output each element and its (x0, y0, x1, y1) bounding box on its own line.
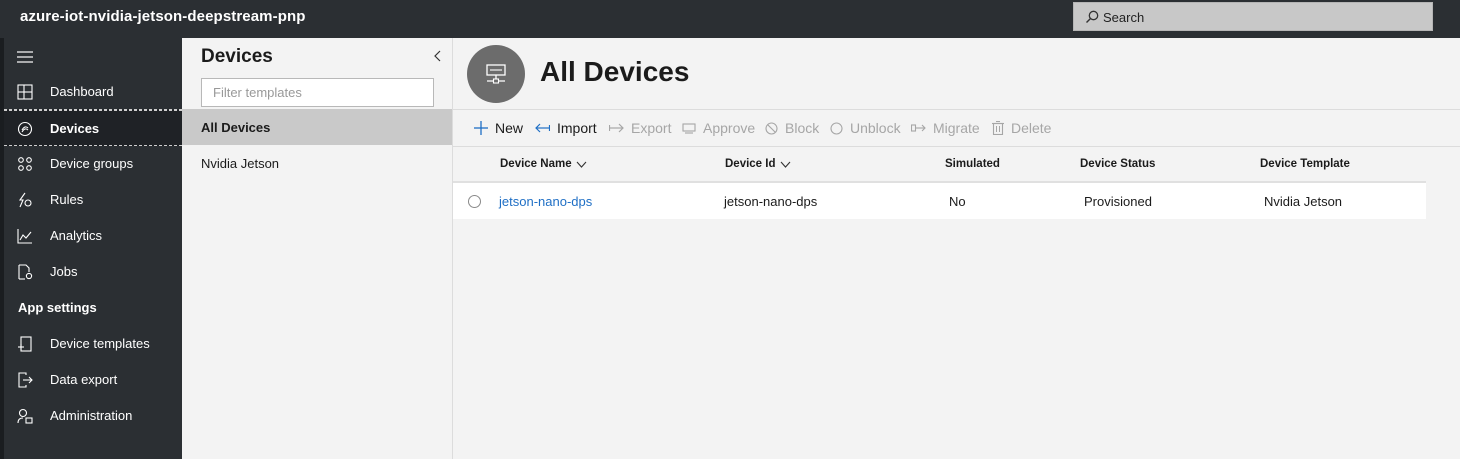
template-item-all-devices[interactable]: All Devices (182, 109, 452, 145)
block-icon (765, 121, 778, 135)
approve-label: Approve (703, 120, 756, 136)
migrate-label: Migrate (933, 120, 980, 136)
nav-item-device-groups[interactable]: Device groups (4, 146, 182, 182)
hamburger-icon[interactable] (17, 50, 33, 64)
nav-label-dashboard: Dashboard (50, 84, 114, 99)
device-status-cell: Provisioned (1084, 194, 1152, 209)
nav-item-data-export[interactable]: Data export (4, 362, 182, 398)
nav-label-analytics: Analytics (50, 228, 103, 243)
column-header-device-id[interactable]: Device Id (725, 158, 791, 170)
search-icon (1086, 10, 1099, 23)
search-placeholder: Search (1103, 10, 1145, 25)
chevron-left-icon[interactable] (432, 50, 444, 62)
nav-item-dashboard[interactable]: Dashboard (4, 74, 182, 110)
unblock-label: Unblock (850, 120, 901, 136)
nav-label-data-export: Data export (50, 372, 118, 387)
page-title: All Devices (540, 56, 690, 87)
filter-templates-input[interactable] (201, 78, 434, 107)
chevron-down-icon (576, 161, 587, 168)
column-header-label: Device Status (1080, 158, 1156, 170)
nav-label-device-groups: Device groups (50, 156, 134, 171)
nav-label-administration: Administration (50, 408, 133, 423)
app-title: azure-iot-nvidia-jetson-deepstream-pnp (20, 8, 306, 25)
jobs-icon (18, 264, 33, 280)
column-header-label: Device Template (1260, 158, 1350, 170)
data-export-icon (18, 372, 33, 388)
left-nav: Dashboard Devices Device groups Rules An… (0, 38, 182, 459)
row-select-radio[interactable] (468, 195, 481, 208)
toolbar: New Import Export Approve Block Unblock … (453, 110, 1460, 146)
template-item-label: Nvidia Jetson (201, 156, 280, 171)
export-icon (609, 123, 624, 133)
nav-item-device-templates[interactable]: Device templates (4, 326, 182, 362)
column-header-device-name[interactable]: Device Name (500, 158, 587, 170)
new-label: New (495, 120, 524, 136)
top-bar: azure-iot-nvidia-jetson-deepstream-pnp S… (0, 0, 1460, 38)
import-button[interactable]: Import (535, 110, 597, 146)
nav-label-rules: Rules (50, 192, 84, 207)
migrate-button[interactable]: Migrate (911, 110, 980, 146)
column-header-simulated[interactable]: Simulated (945, 158, 1000, 170)
nav-label-devices: Devices (50, 121, 100, 136)
device-template-cell: Nvidia Jetson (1264, 194, 1343, 209)
divider (453, 146, 1460, 147)
approve-button[interactable]: Approve (682, 110, 755, 146)
approve-icon (682, 123, 696, 134)
trash-icon (992, 121, 1004, 135)
dashboard-icon (17, 84, 33, 100)
nav-item-devices[interactable]: Devices (4, 110, 182, 146)
column-header-label: Device Id (725, 158, 776, 170)
main-content: All Devices New Import Export Approve Bl… (453, 38, 1460, 459)
column-header-label: Simulated (945, 158, 1000, 170)
devices-icon (17, 121, 33, 137)
column-header-label: Device Name (500, 158, 572, 170)
device-hero-avatar (467, 45, 525, 103)
device-id-cell: jetson-nano-dps (724, 194, 818, 209)
unblock-button[interactable]: Unblock (830, 110, 901, 146)
chevron-down-icon (780, 161, 790, 168)
templates-panel-title: Devices (201, 46, 273, 67)
analytics-icon (17, 229, 32, 244)
nav-item-rules[interactable]: Rules (4, 182, 182, 218)
nav-label-device-templates: Device templates (50, 336, 150, 351)
search-box[interactable]: Search (1073, 2, 1433, 31)
template-item-nvidia-jetson[interactable]: Nvidia Jetson (182, 145, 452, 181)
template-item-label: All Devices (201, 120, 271, 135)
nav-label-jobs: Jobs (50, 264, 78, 279)
device-name-link[interactable]: jetson-nano-dps (499, 194, 592, 209)
column-header-device-status[interactable]: Device Status (1080, 158, 1155, 170)
nav-item-analytics[interactable]: Analytics (4, 218, 182, 254)
delete-button[interactable]: Delete (992, 110, 1051, 146)
import-icon (535, 123, 550, 133)
new-button[interactable]: New (474, 110, 523, 146)
nav-section-app-settings: App settings (18, 300, 97, 315)
import-label: Import (557, 120, 597, 136)
rules-icon (18, 192, 32, 208)
administration-icon (17, 408, 33, 424)
nav-item-administration[interactable]: Administration (4, 398, 182, 434)
device-groups-icon (18, 157, 32, 171)
migrate-icon (911, 124, 926, 132)
export-button[interactable]: Export (609, 110, 671, 146)
block-label: Block (785, 120, 820, 136)
simulated-cell: No (949, 194, 966, 209)
delete-label: Delete (1011, 120, 1052, 136)
device-templates-icon (18, 336, 32, 352)
nav-item-jobs[interactable]: Jobs (4, 254, 182, 290)
column-header-device-template[interactable]: Device Template (1260, 158, 1350, 170)
block-button[interactable]: Block (765, 110, 819, 146)
table-row[interactable]: jetson-nano-dps jetson-nano-dps No Provi… (453, 183, 1426, 219)
templates-panel: Devices All Devices Nvidia Jetson (182, 38, 453, 459)
device-icon (486, 64, 506, 84)
plus-icon (474, 121, 488, 135)
unblock-icon (830, 121, 843, 135)
export-label: Export (631, 120, 672, 136)
